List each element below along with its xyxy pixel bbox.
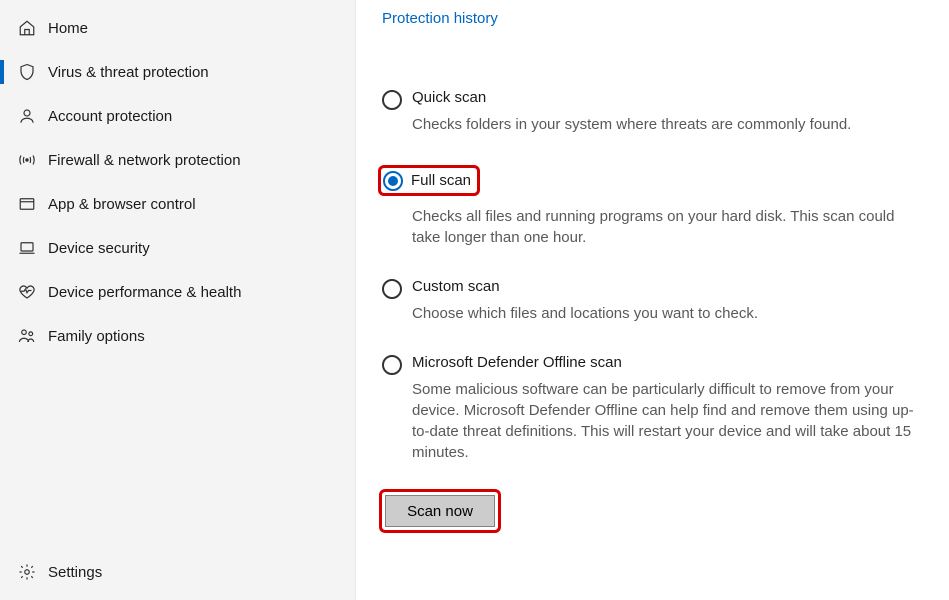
main-content: Protection history Quick scan Checks fol… [356,0,949,600]
sidebar-item-device-security[interactable]: Device security [0,226,355,270]
scan-option-custom: Custom scan Choose which files and locat… [382,278,927,324]
option-desc: Checks folders in your system where thre… [412,114,922,135]
sidebar: Home Virus & threat protection Account p… [0,0,356,600]
sidebar-item-label: Virus & threat protection [48,64,209,81]
home-icon [18,19,48,37]
laptop-icon [18,239,48,257]
protection-history-link[interactable]: Protection history [382,10,498,27]
person-icon [18,107,48,125]
gear-icon [18,563,48,581]
option-desc: Choose which files and locations you wan… [412,303,922,324]
sidebar-item-label: Firewall & network protection [48,152,241,169]
radio-full-scan[interactable] [383,171,403,191]
nav-list: Home Virus & threat protection Account p… [0,6,355,358]
radio-offline-scan[interactable] [382,355,402,375]
sidebar-item-home[interactable]: Home [0,6,355,50]
window-icon [18,195,48,213]
sidebar-item-label: Device security [48,240,150,257]
radio-custom-scan[interactable] [382,279,402,299]
scan-option-quick: Quick scan Checks folders in your system… [382,89,927,135]
option-desc: Checks all files and running programs on… [412,206,922,248]
sidebar-item-device-performance[interactable]: Device performance & health [0,270,355,314]
sidebar-item-label: Device performance & health [48,284,241,301]
sidebar-item-firewall[interactable]: Firewall & network protection [0,138,355,182]
highlight-scan-now: Scan now [379,489,501,533]
scan-now-button[interactable]: Scan now [385,495,495,527]
sidebar-item-label: Family options [48,328,145,345]
scan-option-offline: Microsoft Defender Offline scan Some mal… [382,354,927,463]
sidebar-item-account-protection[interactable]: Account protection [0,94,355,138]
sidebar-item-label: App & browser control [48,196,196,213]
scan-option-full: Full scan Checks all files and running p… [382,165,927,248]
shield-icon [18,63,48,81]
sidebar-item-virus-threat[interactable]: Virus & threat protection [0,50,355,94]
radio-quick-scan[interactable] [382,90,402,110]
option-title: Microsoft Defender Offline scan [412,354,927,371]
sidebar-item-label: Settings [48,564,102,581]
option-title: Full scan [411,172,471,189]
sidebar-item-family-options[interactable]: Family options [0,314,355,358]
sidebar-item-label: Account protection [48,108,172,125]
sidebar-item-app-browser[interactable]: App & browser control [0,182,355,226]
sidebar-item-settings[interactable]: Settings [0,550,355,594]
antenna-icon [18,152,48,168]
heart-icon [18,283,48,301]
sidebar-item-label: Home [48,20,88,37]
family-icon [18,327,48,345]
option-desc: Some malicious software can be particula… [412,379,922,463]
option-title: Quick scan [412,89,927,106]
highlight-full-scan: Full scan [378,165,480,196]
option-title: Custom scan [412,278,927,295]
